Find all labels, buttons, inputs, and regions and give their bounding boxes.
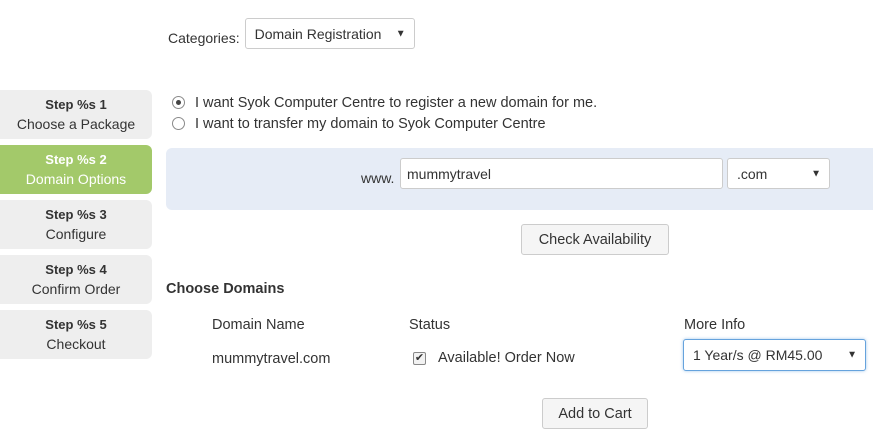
categories-select[interactable]: Domain Registration ▼ bbox=[244, 18, 415, 49]
order-checkbox[interactable]: ✔ bbox=[413, 351, 426, 365]
www-label: www. bbox=[361, 170, 395, 186]
categories-label: Categories: bbox=[168, 29, 240, 46]
categories-filter: Categories: Domain Registration ▼ bbox=[168, 18, 415, 49]
step-confirm-order[interactable]: Step %s 4 Confirm Order bbox=[0, 255, 152, 304]
register-option-label: I want Syok Computer Centre to register … bbox=[195, 94, 598, 111]
result-status[interactable]: ✔ Available! Order Now bbox=[413, 350, 575, 366]
step-name: Choose a Package bbox=[16, 115, 136, 132]
step-domain-options[interactable]: Step %s 2 Domain Options bbox=[0, 145, 152, 194]
transfer-option[interactable]: I want to transfer my domain to Syok Com… bbox=[172, 113, 597, 134]
step-checkout[interactable]: Step %s 5 Checkout bbox=[0, 310, 152, 359]
register-option[interactable]: I want Syok Computer Centre to register … bbox=[172, 92, 597, 113]
transfer-radio[interactable] bbox=[172, 117, 185, 130]
result-domain-name: mummytravel.com bbox=[212, 351, 331, 367]
check-availability-button[interactable]: Check Availability bbox=[521, 224, 669, 255]
step-name: Checkout bbox=[46, 335, 106, 352]
registration-period-value: 1 Year/s @ RM45.00 bbox=[693, 347, 823, 363]
step-name: Confirm Order bbox=[31, 280, 121, 297]
column-header-domain-name: Domain Name bbox=[212, 317, 305, 333]
tld-select[interactable]: .com ▼ bbox=[727, 158, 830, 189]
step-number: Step %s 4 bbox=[45, 261, 107, 277]
step-configure[interactable]: Step %s 3 Configure bbox=[0, 200, 152, 249]
domain-name-input[interactable] bbox=[400, 158, 723, 189]
step-name: Domain Options bbox=[25, 170, 127, 187]
tld-select-value: .com bbox=[737, 165, 768, 182]
categories-select-value: Domain Registration bbox=[254, 25, 382, 42]
chevron-down-icon: ▼ bbox=[395, 28, 406, 39]
step-number: Step %s 3 bbox=[45, 206, 107, 222]
step-name: Configure bbox=[45, 225, 107, 242]
column-header-status: Status bbox=[409, 317, 451, 333]
transfer-option-label: I want to transfer my domain to Syok Com… bbox=[195, 115, 546, 132]
step-number: Step %s 5 bbox=[45, 316, 107, 332]
step-number: Step %s 1 bbox=[45, 96, 107, 112]
chevron-down-icon: ▼ bbox=[811, 168, 821, 179]
register-radio[interactable] bbox=[172, 96, 185, 109]
column-header-more-info: More Info bbox=[684, 317, 746, 333]
domain-option-group: I want Syok Computer Centre to register … bbox=[172, 92, 597, 134]
order-steps: Step %s 1 Choose a Package Step %s 2 Dom… bbox=[0, 90, 152, 365]
registration-period-select[interactable]: 1 Year/s @ RM45.00 ▼ bbox=[683, 339, 866, 371]
domain-search-panel: www. .com ▼ bbox=[166, 148, 873, 210]
step-choose-package[interactable]: Step %s 1 Choose a Package bbox=[0, 90, 152, 139]
step-number: Step %s 2 bbox=[45, 151, 107, 167]
result-status-text: Available! Order Now bbox=[438, 350, 575, 366]
choose-domains-title: Choose Domains bbox=[166, 281, 285, 297]
chevron-down-icon: ▼ bbox=[847, 349, 857, 361]
add-to-cart-button[interactable]: Add to Cart bbox=[542, 398, 648, 429]
